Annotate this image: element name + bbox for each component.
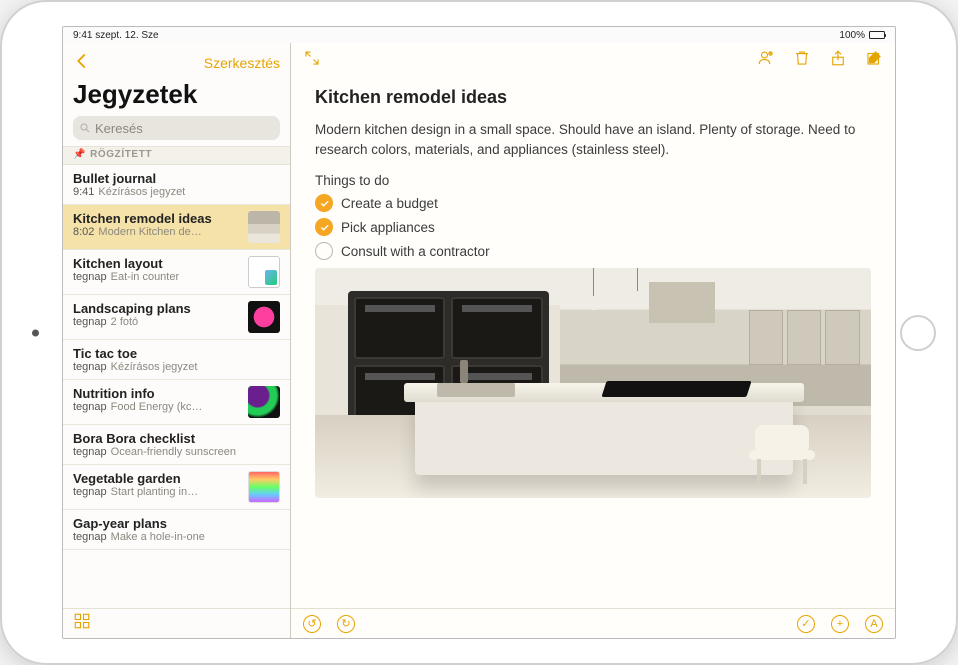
detail-footer: ↺ ↻ ✓ + A: [291, 608, 895, 638]
note-item[interactable]: Landscaping planstegnap2 fotó: [63, 295, 290, 340]
note-item-sub: tegnapFood Energy (kc…: [73, 401, 242, 413]
note-photo[interactable]: [315, 268, 871, 498]
note-item[interactable]: Kitchen remodel ideas8:02Modern Kitchen …: [63, 205, 290, 250]
note-title: Kitchen remodel ideas: [315, 87, 871, 108]
back-button[interactable]: [73, 51, 91, 76]
note-item-title: Landscaping plans: [73, 301, 242, 316]
trash-icon[interactable]: [793, 48, 811, 73]
checklist-label: Consult with a contractor: [341, 244, 490, 259]
note-item[interactable]: Tic tac toetegnapKézírásos jegyzet: [63, 340, 290, 380]
note-item[interactable]: Kitchen layouttegnapEat-in counter: [63, 250, 290, 295]
status-time: 9:41 szept. 12. Sze: [73, 30, 159, 41]
note-item-title: Gap-year plans: [73, 516, 280, 531]
note-item-title: Kitchen remodel ideas: [73, 211, 242, 226]
checklist-label: Create a budget: [341, 196, 438, 211]
share-icon[interactable]: [829, 48, 847, 73]
notes-list: Bullet journal9:41Kézírásos jegyzetKitch…: [63, 165, 290, 608]
grid-view-icon[interactable]: [73, 611, 91, 636]
note-detail: Kitchen remodel ideas Modern kitchen des…: [291, 43, 895, 638]
pinned-label: RÖGZÍTETT: [90, 149, 152, 160]
note-item-title: Vegetable garden: [73, 471, 242, 486]
note-item-title: Nutrition info: [73, 386, 242, 401]
note-thumbnail: [248, 386, 280, 418]
screen: 9:41 szept. 12. Sze 100% Szerkesztés Jeg…: [62, 26, 896, 639]
note-item-title: Kitchen layout: [73, 256, 242, 271]
note-item-title: Bullet journal: [73, 171, 280, 186]
checkbox-checked-icon[interactable]: [315, 218, 333, 236]
add-button[interactable]: +: [831, 615, 849, 633]
sidebar-footer: [63, 608, 290, 638]
note-item-sub: tegnapKézírásos jegyzet: [73, 361, 280, 373]
toolbar: [291, 43, 895, 77]
note-item[interactable]: Nutrition infotegnapFood Energy (kc…: [63, 380, 290, 425]
undo-button[interactable]: ↺: [303, 615, 321, 633]
note-item-title: Tic tac toe: [73, 346, 280, 361]
checklist-item[interactable]: Create a budget: [315, 194, 871, 212]
note-item-sub: tegnapEat-in counter: [73, 271, 242, 283]
pin-icon: 📌: [73, 149, 86, 160]
home-button[interactable]: [900, 315, 936, 351]
note-item[interactable]: Vegetable gardentegnapStart planting in…: [63, 465, 290, 510]
note-thumbnail: [248, 256, 280, 288]
search-icon: [79, 122, 91, 134]
status-bar: 9:41 szept. 12. Sze 100%: [63, 27, 895, 43]
note-item-sub: tegnapStart planting in…: [73, 486, 242, 498]
style-button[interactable]: A: [865, 615, 883, 633]
note-paragraph: Modern kitchen design in a small space. …: [315, 120, 871, 159]
camera-dot: [32, 329, 39, 336]
pinned-section-header: 📌 RÖGZÍTETT: [63, 146, 290, 165]
checklist-button[interactable]: ✓: [797, 615, 815, 633]
sidebar: Szerkesztés Jegyzetek Keresés 📌 RÖGZÍTET…: [63, 43, 291, 638]
compose-icon[interactable]: [865, 48, 883, 73]
note-thumbnail: [248, 471, 280, 503]
note-item-sub: tegnapOcean-friendly sunscreen: [73, 446, 280, 458]
note-item[interactable]: Gap-year planstegnapMake a hole-in-one: [63, 510, 290, 550]
battery-percent: 100%: [839, 30, 865, 41]
collaborate-icon[interactable]: [757, 48, 775, 73]
note-thumbnail: [248, 301, 280, 333]
checklist-label: Pick appliances: [341, 220, 435, 235]
note-item-sub: 9:41Kézírásos jegyzet: [73, 186, 280, 198]
note-body[interactable]: Kitchen remodel ideas Modern kitchen des…: [291, 77, 895, 608]
sidebar-title: Jegyzetek: [73, 77, 280, 116]
checkbox-unchecked-icon[interactable]: [315, 242, 333, 260]
redo-button[interactable]: ↻: [337, 615, 355, 633]
note-item-title: Bora Bora checklist: [73, 431, 280, 446]
search-placeholder: Keresés: [95, 121, 143, 136]
note-item-sub: tegnapMake a hole-in-one: [73, 531, 280, 543]
note-thumbnail: [248, 211, 280, 243]
note-item-sub: tegnap2 fotó: [73, 316, 242, 328]
search-input[interactable]: Keresés: [73, 116, 280, 140]
checklist-item[interactable]: Pick appliances: [315, 218, 871, 236]
battery-icon: [869, 31, 885, 39]
note-item[interactable]: Bora Bora checklisttegnapOcean-friendly …: [63, 425, 290, 465]
ipad-frame: 9:41 szept. 12. Sze 100% Szerkesztés Jeg…: [0, 0, 958, 665]
note-item-sub: 8:02Modern Kitchen de…: [73, 226, 242, 238]
expand-icon[interactable]: [303, 48, 321, 73]
note-subhead: Things to do: [315, 173, 871, 188]
note-item[interactable]: Bullet journal9:41Kézírásos jegyzet: [63, 165, 290, 205]
checklist-item[interactable]: Consult with a contractor: [315, 242, 871, 260]
edit-button[interactable]: Szerkesztés: [204, 55, 280, 71]
checkbox-checked-icon[interactable]: [315, 194, 333, 212]
